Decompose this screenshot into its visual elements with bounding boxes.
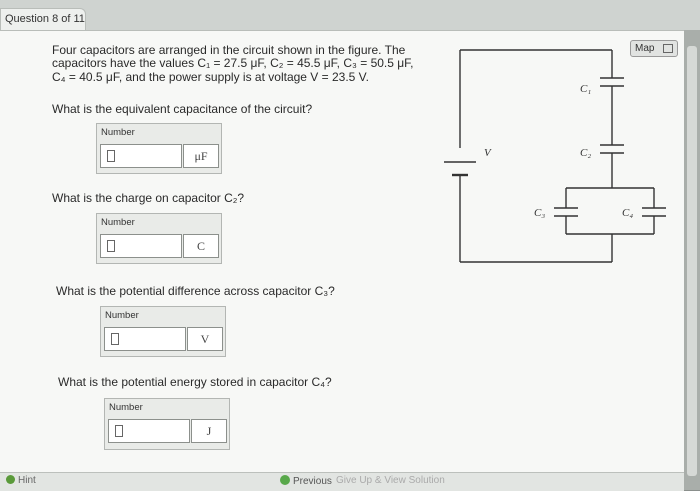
circuit-diagram: C₁ C₂ C₃ C₄ V: [444, 49, 666, 263]
answer-4-unit: J: [191, 419, 227, 443]
scrollbar[interactable]: [684, 30, 700, 490]
hint-button[interactable]: Hint: [6, 475, 36, 486]
tab-bar: Question 8 of 11: [0, 0, 700, 30]
answer-1-input[interactable]: [100, 144, 182, 168]
hint-label: Hint: [18, 475, 36, 486]
answer-box-1: Number μF: [96, 123, 222, 174]
previous-icon: [280, 475, 290, 485]
answer-box-4: Number J: [104, 398, 230, 450]
answer-box-2: Number C: [96, 213, 222, 264]
answer-4-input[interactable]: [108, 419, 190, 443]
text-cursor-icon: [107, 240, 115, 252]
c3-label: C₃: [534, 207, 545, 219]
text-cursor-icon: [107, 150, 115, 162]
text-cursor-icon: [115, 425, 123, 437]
question-2-text: What is the charge on capacitor C₂?: [52, 191, 245, 205]
answer-2-label: Number: [101, 217, 135, 228]
c2-label: C₂: [580, 147, 591, 159]
hint-icon: [6, 475, 15, 484]
answer-box-3: Number V: [100, 306, 226, 357]
c4-label: C₄: [622, 207, 633, 219]
answer-1-label: Number: [101, 127, 135, 138]
battery-label: V: [484, 147, 492, 159]
question-tab[interactable]: Question 8 of 11: [0, 8, 86, 30]
previous-label: Previous: [293, 476, 332, 487]
question-4-text: What is the potential energy stored in c…: [58, 375, 332, 389]
question-3-text: What is the potential difference across …: [56, 284, 335, 298]
problem-line-2: capacitors have the values C₁ = 27.5 μF,…: [52, 56, 414, 70]
c1-label: C₁: [580, 83, 591, 95]
problem-line-3: C₄ = 40.5 μF, and the power supply is at…: [52, 70, 369, 84]
answer-1-unit: μF: [183, 144, 219, 168]
give-up-button[interactable]: Give Up & View Solution: [336, 475, 445, 486]
scroll-thumb[interactable]: [687, 46, 697, 476]
question-1-text: What is the equivalent capacitance of th…: [52, 102, 313, 116]
answer-3-unit: V: [187, 327, 223, 351]
footer-bar: Hint Previous Give Up & View Solution: [0, 472, 684, 491]
answer-2-input[interactable]: [100, 234, 182, 258]
previous-button[interactable]: Previous: [280, 475, 332, 487]
answer-2-unit: C: [183, 234, 219, 258]
answer-4-label: Number: [109, 402, 143, 413]
text-cursor-icon: [111, 333, 119, 345]
answer-3-label: Number: [105, 310, 139, 321]
answer-3-input[interactable]: [104, 327, 186, 351]
